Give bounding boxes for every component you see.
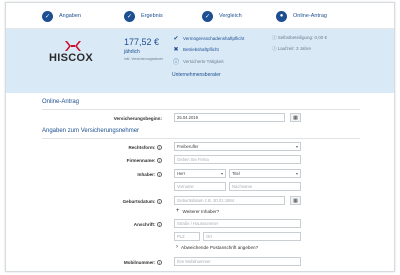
chevron-down-icon: ▾ [295, 144, 298, 149]
mobile-input[interactable]: Ihre Mobilnummer [174, 257, 301, 266]
step-label: Online-Antrag [293, 13, 327, 19]
step-check-icon: ✓ [202, 10, 213, 22]
info-icon[interactable]: i [157, 222, 162, 228]
info-icon: ⓘ [172, 60, 179, 66]
company-input[interactable]: Geben Sie Firma [174, 155, 301, 164]
step-active-icon: ● [276, 10, 287, 22]
section-divider [42, 138, 360, 139]
feature-label: Vermögensschadenshaftpflicht [183, 36, 245, 41]
title-value: Titel [232, 171, 240, 176]
feature-label: Betriebshaftpflicht [183, 47, 219, 52]
step-label: Vergleich [219, 13, 242, 19]
insurer-logo-text: HISCOX [49, 52, 93, 64]
term-info: ⓘ Laufzeit: 3 Jahre [272, 46, 311, 52]
lastname-input[interactable]: Nachname [229, 182, 301, 191]
birthdate-label: Geburtsdatum: i [10, 199, 162, 205]
info-icon[interactable]: i [157, 158, 162, 164]
progress-steps: ✓ Angaben ✓ Ergebnis ✓ Vergleich ● Onlin… [6, 3, 394, 29]
step-vergleich[interactable]: ✓ Vergleich [202, 9, 242, 23]
step-label: Ergebnis [141, 13, 163, 19]
zip-input[interactable]: PLZ [174, 232, 200, 241]
birthdate-label-text: Geburtsdatum: [122, 199, 156, 204]
section-title-online-antrag: Online-Antrag [42, 99, 80, 105]
legal-form-label: Rechtsform: i [10, 145, 162, 151]
add-owner-link[interactable]: + Weiterer Inhaber? [176, 208, 219, 214]
calendar-button[interactable]: ▦ [290, 196, 301, 205]
birthdate-input[interactable]: Geburtsdatum z.B. 30.01.1984 [174, 196, 285, 205]
firstname-input[interactable]: Vorname [174, 182, 226, 191]
application-frame: ✓ Angaben ✓ Ergebnis ✓ Vergleich ● Onlin… [5, 2, 395, 272]
hiscox-logo-icon [65, 41, 81, 51]
info-icon[interactable]: i [157, 145, 162, 151]
alt-address-link[interactable]: › Abweichende Postanschrift angeben? [176, 244, 258, 250]
check-icon: ✔ [173, 36, 179, 42]
premium-period: jährlich [124, 49, 140, 55]
step-angaben[interactable]: ✓ Angaben [42, 9, 81, 23]
mobile-label-text: Mobilnummer: [123, 260, 156, 265]
section-title-policyholder: Angaben zum Versicherungsnehmer [42, 128, 140, 134]
tariff-summary-panel: HISCOX 177,52 € jährlich inkl. Versicher… [6, 29, 394, 93]
title-select[interactable]: Titel ▾ [229, 169, 301, 178]
legal-form-value: Freiberufler [177, 144, 199, 149]
info-icon[interactable]: i [157, 199, 162, 205]
legal-form-label-text: Rechtsform: [128, 145, 156, 150]
plus-icon: + [176, 208, 180, 214]
add-owner-text: Weiterer Inhaber? [182, 208, 220, 214]
address-label-text: Anschrift: [133, 222, 156, 227]
start-date-input[interactable]: 25.04.2019 [174, 113, 285, 122]
step-check-icon: ✓ [42, 10, 53, 22]
cross-icon: ✖ [173, 47, 179, 53]
info-icon: ⓘ [272, 35, 277, 40]
start-date-label: Versicherungsbeginn: [10, 116, 162, 121]
salutation-select[interactable]: Herr ▾ [174, 169, 226, 178]
owner-label: Inhaber: i [10, 172, 162, 178]
salutation-value: Herr [177, 171, 186, 176]
step-check-icon: ✓ [124, 10, 135, 22]
chevron-down-icon: ▾ [220, 171, 223, 176]
step-ergebnis[interactable]: ✓ Ergebnis [124, 9, 163, 23]
owner-label-text: Inhaber: [137, 172, 156, 177]
term-text: Laufzeit: 3 Jahre [277, 46, 312, 51]
calendar-icon: ▦ [293, 197, 298, 204]
step-online-antrag[interactable]: ● Online-Antrag [276, 9, 327, 23]
chevron-right-icon: › [176, 244, 178, 250]
mobile-label: Mobilnummer: i [10, 260, 162, 266]
info-icon[interactable]: i [157, 172, 162, 178]
calendar-button[interactable]: ▦ [290, 113, 301, 122]
city-input[interactable]: Ort [203, 232, 301, 241]
feature-label: Versicherte Tätigkeit [183, 59, 224, 64]
street-input[interactable]: Straße / Hausnummer [174, 219, 301, 228]
section-divider [42, 109, 360, 110]
insured-activity: Unternehmensberater [172, 72, 221, 78]
company-label-text: Firmenname: [126, 158, 156, 163]
legal-form-select[interactable]: Freiberufler ▾ [174, 142, 301, 151]
premium-price: 177,52 € [124, 37, 160, 47]
premium-note: inkl. Versicherungssteuer [124, 57, 164, 61]
company-label: Firmenname: i [10, 158, 162, 164]
calendar-icon: ▦ [293, 114, 298, 121]
feature-item: ✔ Vermögensschadenshaftpflicht [172, 35, 244, 42]
step-label: Angaben [59, 13, 82, 19]
chevron-down-icon: ▾ [295, 171, 298, 176]
start-date-label-text: Versicherungsbeginn: [113, 116, 162, 121]
feature-item[interactable]: ⓘ Versicherte Tätigkeit [172, 57, 224, 66]
deductible-info: ⓘ Selbstbeteiligung: 0,00 € [272, 35, 327, 41]
info-icon[interactable]: i [157, 260, 162, 266]
address-label: Anschrift: i [10, 222, 162, 228]
alt-address-text: Abweichende Postanschrift angeben? [181, 244, 259, 250]
feature-item: ✖ Betriebshaftpflicht [172, 46, 219, 53]
info-icon: ⓘ [272, 46, 277, 51]
deductible-text: Selbstbeteiligung: 0,00 € [277, 35, 328, 40]
